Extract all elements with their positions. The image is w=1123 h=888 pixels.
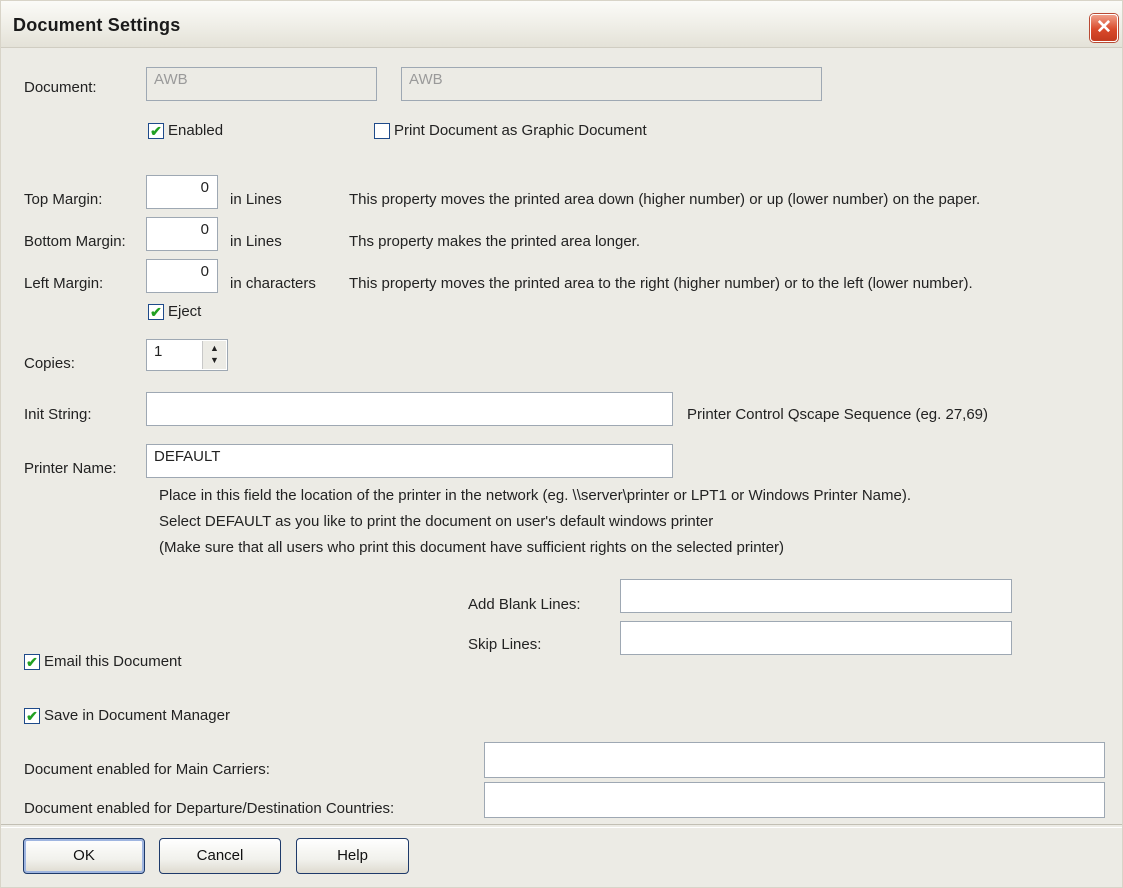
check-icon: ✔ xyxy=(26,654,38,670)
document-name-field[interactable]: AWB xyxy=(401,67,822,101)
bottom-margin-input[interactable]: 0 xyxy=(146,217,218,251)
printer-help-line-1: Place in this field the location of the … xyxy=(159,487,911,504)
enabled-checkbox[interactable]: ✔ xyxy=(148,123,164,139)
check-icon: ✔ xyxy=(150,304,162,320)
cancel-button[interactable]: Cancel xyxy=(159,838,281,874)
dialog-title: Document Settings xyxy=(13,15,181,35)
print-graphic-label: Print Document as Graphic Document xyxy=(394,122,647,139)
save-dm-label: Save in Document Manager xyxy=(44,707,230,724)
check-icon: ✔ xyxy=(150,123,162,139)
skip-lines-label: Skip Lines: xyxy=(468,636,542,653)
email-label: Email this Document xyxy=(44,653,182,670)
copies-label: Copies: xyxy=(24,355,75,372)
init-string-input[interactable] xyxy=(146,392,673,426)
copies-value: 1 xyxy=(154,343,163,360)
bottom-margin-unit: in Lines xyxy=(230,233,282,250)
left-margin-label: Left Margin: xyxy=(24,275,104,292)
add-blank-lines-input[interactable] xyxy=(620,579,1012,613)
email-checkbox[interactable]: ✔ xyxy=(24,654,40,670)
eject-checkbox[interactable]: ✔ xyxy=(148,304,164,320)
bottom-margin-label: Bottom Margin: xyxy=(24,233,126,250)
bottom-margin-help: Ths property makes the printed area long… xyxy=(349,233,640,250)
init-string-help: Printer Control Qscape Sequence (eg. 27,… xyxy=(687,406,989,423)
document-label: Document: xyxy=(24,79,97,96)
copies-spin-buttons[interactable]: ▲ ▼ xyxy=(202,341,226,369)
print-graphic-checkbox[interactable] xyxy=(374,123,390,139)
printer-help-line-2: Select DEFAULT as you like to print the … xyxy=(159,513,714,530)
help-button[interactable]: Help xyxy=(296,838,409,874)
add-blank-lines-label: Add Blank Lines: xyxy=(468,596,581,613)
ok-button[interactable]: OK xyxy=(23,838,145,874)
skip-lines-input[interactable] xyxy=(620,621,1012,655)
left-margin-input[interactable]: 0 xyxy=(146,259,218,293)
top-margin-unit: in Lines xyxy=(230,191,282,208)
printer-help-line-3: (Make sure that all users who print this… xyxy=(159,539,785,556)
close-icon: ✕ xyxy=(1096,17,1112,38)
document-code-field[interactable]: AWB xyxy=(146,67,377,101)
eject-label: Eject xyxy=(168,303,202,320)
close-button[interactable]: ✕ xyxy=(1090,14,1118,42)
left-margin-help: This property moves the printed area to … xyxy=(349,275,973,292)
save-dm-checkbox[interactable]: ✔ xyxy=(24,708,40,724)
spin-down-icon[interactable]: ▼ xyxy=(203,355,226,365)
countries-input[interactable] xyxy=(484,782,1105,818)
printer-name-input[interactable]: DEFAULT xyxy=(146,444,673,478)
document-settings-dialog: Document Settings ✕ Document: AWB AWB ✔ … xyxy=(0,0,1123,888)
top-margin-input[interactable]: 0 xyxy=(146,175,218,209)
main-carriers-label: Document enabled for Main Carriers: xyxy=(24,761,270,778)
check-icon: ✔ xyxy=(26,708,38,724)
title-bar: Document Settings ✕ xyxy=(1,1,1122,48)
spin-up-icon[interactable]: ▲ xyxy=(203,343,226,353)
main-carriers-input[interactable] xyxy=(484,742,1105,778)
top-margin-help: This property moves the printed area dow… xyxy=(349,191,981,208)
init-string-label: Init String: xyxy=(24,406,92,423)
footer-separator xyxy=(1,824,1122,828)
printer-name-label: Printer Name: xyxy=(24,460,117,477)
enabled-label: Enabled xyxy=(168,122,224,139)
left-margin-unit: in characters xyxy=(230,275,316,292)
top-margin-label: Top Margin: xyxy=(24,191,103,208)
countries-label: Document enabled for Departure/Destinati… xyxy=(24,800,395,817)
